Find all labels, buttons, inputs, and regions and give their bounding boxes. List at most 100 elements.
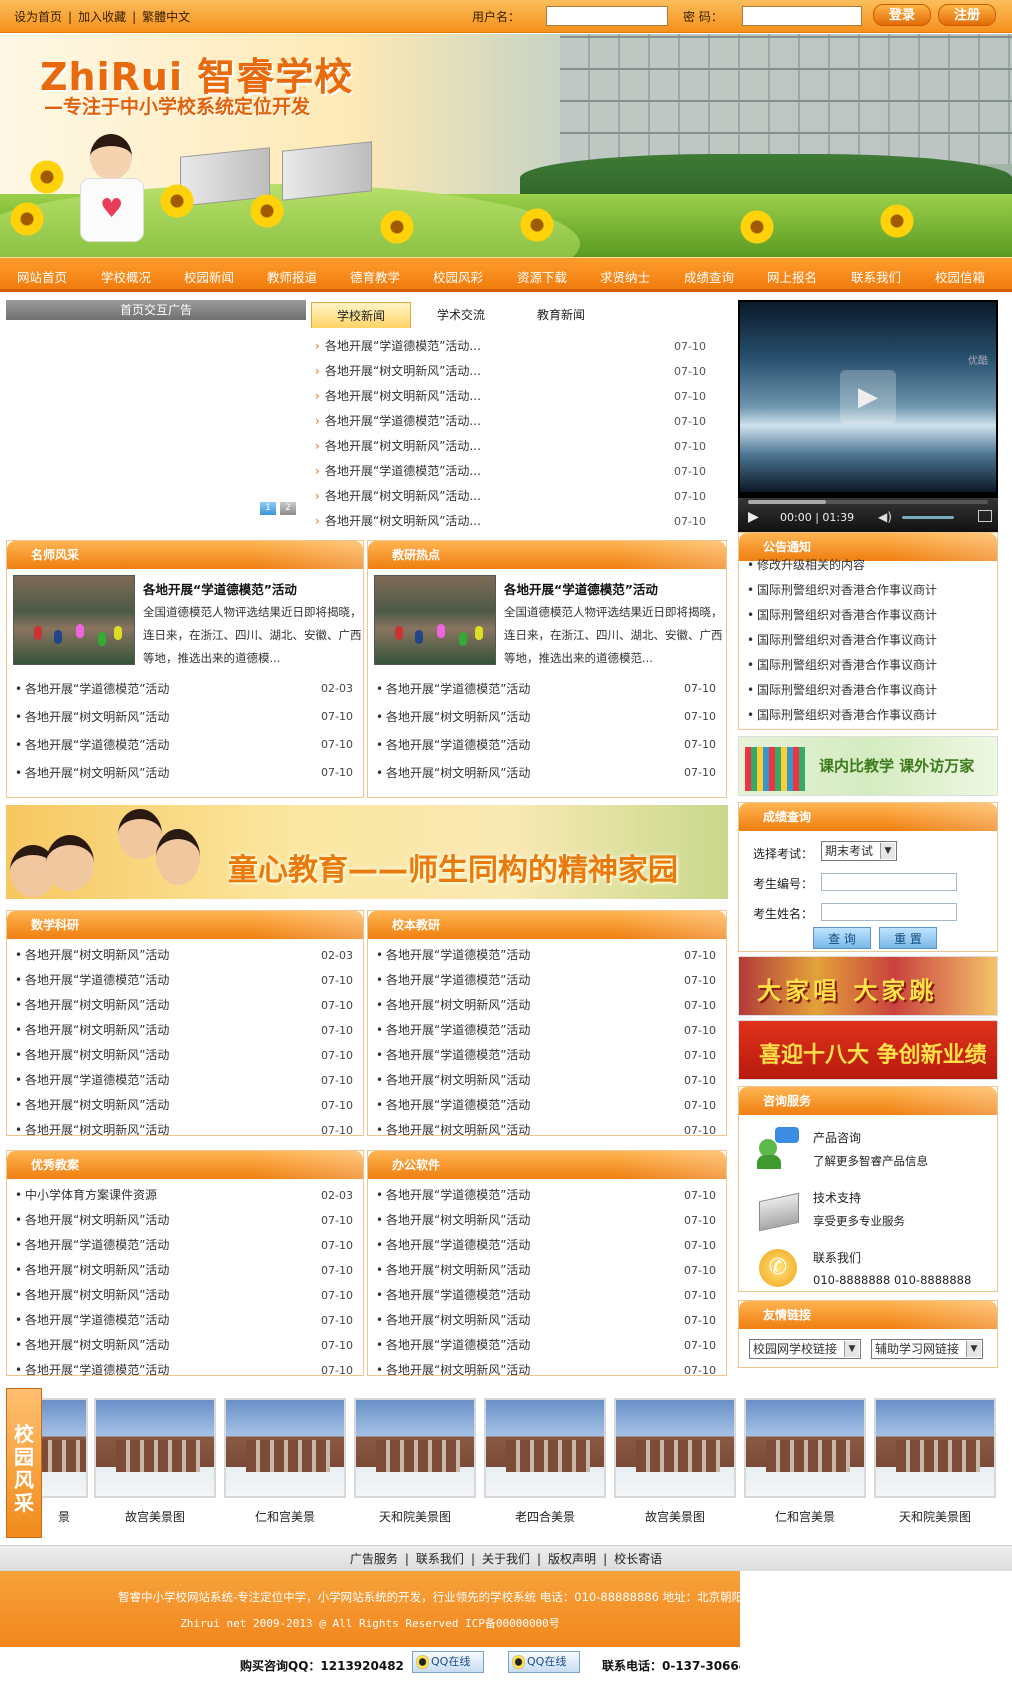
gallery-photo[interactable]	[744, 1398, 866, 1498]
study-links-select[interactable]: 辅助学习网链接 ▼	[871, 1339, 983, 1359]
register-button[interactable]: 注册	[938, 4, 996, 26]
tab-academic[interactable]: 学术交流	[411, 302, 511, 328]
list-item[interactable]: 修改升级相关的内容	[739, 553, 997, 578]
footer-link-principal[interactable]: 校长寄语	[614, 1552, 662, 1566]
list-item[interactable]: 国际刑警组织对香港合作事议商计	[739, 678, 997, 703]
list-item[interactable]: 各地开展“学道德模范”活动07-10	[13, 731, 357, 759]
list-item[interactable]: 各地开展“学道德模范”活动07-10	[13, 968, 357, 993]
gallery-photo[interactable]	[94, 1398, 216, 1498]
teaching-banner[interactable]: 课内比教学 课外访万家	[738, 736, 998, 796]
chevron-down-icon[interactable]: ▼	[880, 843, 895, 859]
list-item[interactable]: 国际刑警组织对香港合作事议商计	[739, 653, 997, 678]
tab-education-news[interactable]: 教育新闻	[511, 302, 611, 328]
product-consult-item[interactable]: 产品咨询 了解更多智睿产品信息	[749, 1123, 989, 1179]
list-item[interactable]: 各地开展“学道德模范”活动02-03	[13, 675, 357, 703]
list-item[interactable]: 国际刑警组织对香港合作事议商计	[739, 578, 997, 603]
list-item[interactable]: 各地开展“学道德模范”活动07-10	[13, 1068, 357, 1093]
list-item[interactable]: 各地开展“树文明新风”活动07-10	[13, 1018, 357, 1043]
list-item[interactable]: 各地开展“树文明新风”活动07-10	[374, 759, 720, 787]
nav-item-home[interactable]: 网站首页	[0, 267, 84, 286]
nav-item-contact[interactable]: 联系我们	[834, 267, 918, 286]
video-player[interactable]: ▶ 优酷 ▶ 00:00 | 01:39 ◀)	[738, 300, 998, 532]
play-overlay-icon[interactable]: ▶	[840, 370, 896, 424]
list-item[interactable]: 各地开展“树文明新风”活动07-10	[374, 1208, 720, 1233]
featured-article[interactable]: 各地开展“学道德模范”活动 全国道德模范人物评选结果近日即将揭晓，连日来，在浙江…	[374, 575, 723, 671]
sing-dance-banner[interactable]: 大家唱 大家跳	[738, 956, 998, 1016]
gallery-photo[interactable]	[224, 1398, 346, 1498]
student-name-input[interactable]	[821, 903, 957, 921]
list-item[interactable]: 各地开展“树文明新风”活动07-10	[374, 993, 720, 1018]
list-item[interactable]: 各地开展“树文明新风”活动07-10	[374, 1358, 720, 1383]
tab-school-news[interactable]: 学校新闻	[311, 302, 411, 328]
nav-item-campus-style[interactable]: 校园风彩	[416, 267, 500, 286]
list-item[interactable]: 各地开展“学道德模范”活动07-10	[374, 1333, 720, 1358]
set-homepage-link[interactable]: 设为首页	[14, 8, 62, 25]
congress-banner[interactable]: 喜迎十八大 争创新业绩	[738, 1020, 998, 1080]
list-item[interactable]: 各地开展“树文明新风”活动...07-10	[311, 509, 716, 534]
footer-link-about[interactable]: 关于我们	[482, 1552, 530, 1566]
list-item[interactable]: 各地开展“学道德模范”活动07-10	[13, 1308, 357, 1333]
gallery-photo[interactable]	[354, 1398, 476, 1498]
list-item[interactable]: 各地开展“学道德模范”活动07-10	[13, 1233, 357, 1258]
ad-page-1[interactable]: 1	[260, 502, 276, 515]
list-item[interactable]: 各地开展“学道德模范”活动...07-10	[311, 409, 716, 434]
list-item[interactable]: 各地开展“学道德模范”活动07-10	[13, 1358, 357, 1383]
list-item[interactable]: 各地开展“树文明新风”活动...07-10	[311, 434, 716, 459]
footer-link-copyright[interactable]: 版权声明	[548, 1552, 596, 1566]
list-item[interactable]: 各地开展“树文明新风”活动07-10	[13, 1093, 357, 1118]
nav-item-recruitment[interactable]: 求贤纳士	[583, 267, 667, 286]
nav-item-online-registration[interactable]: 网上报名	[750, 267, 834, 286]
traditional-chinese-link[interactable]: 繁體中文	[142, 8, 190, 25]
footer-link-ads[interactable]: 广告服务	[350, 1552, 398, 1566]
featured-article[interactable]: 各地开展“学道德模范”活动 全国道德模范人物评选结果近日即将揭晓，连日来，在浙江…	[13, 575, 362, 671]
list-item[interactable]: 国际刑警组织对香港合作事议商计	[739, 603, 997, 628]
list-item[interactable]: 各地开展“学道德模范”活动07-10	[374, 1018, 720, 1043]
list-item[interactable]: 各地开展“学道德模范”活动07-10	[374, 1233, 720, 1258]
list-item[interactable]: 各地开展“树文明新风”活动07-10	[374, 1258, 720, 1283]
password-input[interactable]	[742, 6, 862, 26]
query-button[interactable]: 查 询	[813, 927, 871, 949]
volume-icon[interactable]: ◀)	[878, 510, 892, 524]
list-item[interactable]: 各地开展“树文明新风”活动07-10	[13, 1043, 357, 1068]
list-item[interactable]: 各地开展“树文明新风”活动...07-10	[311, 484, 716, 509]
chevron-down-icon[interactable]: ▼	[966, 1341, 981, 1357]
contact-us-item[interactable]: ✆ 联系我们 010-8888888 010-8888888	[749, 1243, 989, 1299]
gallery-photo[interactable]	[614, 1398, 736, 1498]
list-item[interactable]: 中小学体育方案课件资源02-03	[13, 1183, 357, 1208]
video-progress[interactable]	[748, 500, 988, 504]
list-item[interactable]: 各地开展“树文明新风”活动07-10	[13, 993, 357, 1018]
list-item[interactable]: 各地开展“树文明新风”活动02-03	[13, 943, 357, 968]
nav-item-campus-news[interactable]: 校园新闻	[167, 267, 251, 286]
list-item[interactable]: 各地开展“学道德模范”活动07-10	[374, 675, 720, 703]
education-banner[interactable]: 童心教育——师生同构的精神家园	[6, 805, 728, 899]
list-item[interactable]: 各地开展“树文明新风”活动07-10	[13, 1333, 357, 1358]
nav-item-downloads[interactable]: 资源下载	[500, 267, 584, 286]
nav-item-score-query[interactable]: 成绩查询	[667, 267, 751, 286]
school-links-select[interactable]: 校园网学校链接 ▼	[749, 1339, 861, 1359]
list-item[interactable]: 各地开展“树文明新风”活动07-10	[13, 1118, 357, 1143]
qq-online-button[interactable]: QQ在线	[508, 1651, 580, 1673]
chevron-down-icon[interactable]: ▼	[844, 1341, 859, 1357]
list-item[interactable]: 各地开展“树文明新风”活动...07-10	[311, 384, 716, 409]
list-item[interactable]: 各地开展“树文明新风”活动07-10	[13, 1258, 357, 1283]
list-item[interactable]: 各地开展“学道德模范”活动...07-10	[311, 334, 716, 359]
fullscreen-icon[interactable]	[978, 510, 992, 522]
gallery-photo[interactable]	[484, 1398, 606, 1498]
volume-slider[interactable]	[902, 516, 954, 519]
list-item[interactable]: 各地开展“学道德模范”活动07-10	[374, 1043, 720, 1068]
gallery-photo[interactable]	[874, 1398, 996, 1498]
list-item[interactable]: 国际刑警组织对香港合作事议商计	[739, 628, 997, 653]
featured-photo[interactable]	[13, 575, 135, 665]
login-button[interactable]: 登录	[873, 4, 931, 26]
featured-title[interactable]: 各地开展“学道德模范”活动	[504, 579, 658, 598]
list-item[interactable]: 各地开展“学道德模范”活动...07-10	[311, 459, 716, 484]
exam-select[interactable]: 期末考试 ▼	[821, 841, 897, 861]
featured-title[interactable]: 各地开展“学道德模范”活动	[143, 579, 297, 598]
list-item[interactable]: 各地开展“树文明新风”活动07-10	[13, 1283, 357, 1308]
video-screen[interactable]: ▶ 优酷	[740, 302, 996, 492]
list-item[interactable]: 各地开展“学道德模范”活动07-10	[374, 1183, 720, 1208]
add-favorite-link[interactable]: 加入收藏	[78, 8, 126, 25]
list-item[interactable]: 各地开展“学道德模范”活动07-10	[374, 968, 720, 993]
username-input[interactable]	[546, 6, 668, 26]
list-item[interactable]: 各地开展“学道德模范”活动07-10	[374, 1093, 720, 1118]
